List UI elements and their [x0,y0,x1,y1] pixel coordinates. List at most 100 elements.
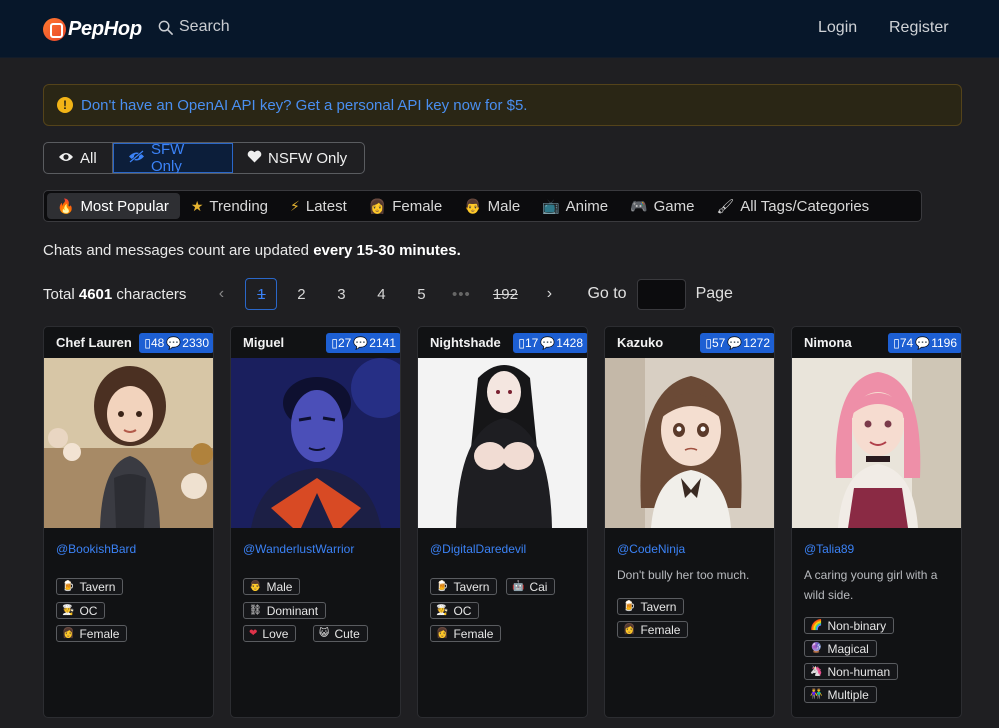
api-key-alert[interactable]: ! Don't have an OpenAI API key? Get a pe… [43,84,962,126]
messages-icon: 💬 [915,335,931,350]
character-avatar[interactable] [231,358,400,528]
goto-label: Go to [587,285,627,302]
tag-label: Tavern [79,579,116,594]
tag-chip[interactable]: 👩 Female [617,621,689,638]
rainbow-icon: 🌈 [810,620,823,631]
goto-page-input[interactable] [636,278,686,310]
tab-anime[interactable]: 📺 Anime [532,193,619,219]
man-icon: 👨 [249,581,262,592]
tag-chip[interactable]: 🧑‍🍳 OC [56,602,106,619]
message-count: 1196 [931,335,957,350]
nav-search[interactable]: Search [158,18,230,36]
bookmark-icon: ▯ [144,335,151,350]
tag-label: OC [453,603,472,618]
tag-chip[interactable]: 👫 Multiple [804,686,877,703]
tab-game[interactable]: 🎮 Game [620,193,705,219]
tab-all-tags[interactable]: 🖌 All Tags/Categories [706,193,880,219]
tab-male[interactable]: 👨 Male [454,193,531,219]
character-card[interactable]: Kazuko ▯ 57 💬 1272 @CodeNinja Don't bully … [604,326,775,718]
filter-nsfw-button[interactable]: NSFW Only [233,143,364,173]
tag-chip[interactable]: ⛓ Dominant [243,602,327,619]
tag-chip[interactable]: 👩 Female [430,625,502,642]
prev-page-button[interactable]: ‹ [205,278,237,310]
card-header: Nimona ▯ 74 💬 1196 [792,327,961,358]
tag-chip[interactable]: ❤ Love [243,625,297,642]
page-192-button[interactable]: 192 [485,278,525,310]
page-1-button[interactable]: 1 [245,278,278,310]
tag-chip[interactable]: 👩 Female [56,625,128,642]
author-link[interactable]: @WanderlustWarrior [243,542,354,556]
character-avatar[interactable] [418,358,587,528]
tag-chip[interactable]: 🦄 Non-human [804,663,899,680]
character-avatar[interactable] [792,358,961,528]
page-5-button[interactable]: 5 [405,278,437,310]
brush-icon: 🖌 [716,197,735,214]
tag-chip[interactable]: 🍺 Tavern [430,578,498,595]
card-header: Chef Lauren ▯ 48 💬 2330 [44,327,213,358]
character-card[interactable]: Nightshade ▯ 17 💬 1428 @DigitalDaredevil 🍺… [417,326,588,718]
card-header: Miguel ▯ 27 💬 2141 [231,327,400,358]
next-page-button[interactable]: › [533,278,565,310]
tab-label: Trending [209,197,269,215]
tag-label: Tavern [453,579,490,594]
tab-latest[interactable]: ⚡ Latest [280,193,358,219]
unicorn-icon: 🦄 [810,666,823,677]
character-card[interactable]: Chef Lauren ▯ 48 💬 2330 @BookishBard 🍺 Tave… [43,326,214,718]
top-navbar: PepHop Search Login Register [0,0,999,58]
character-avatar[interactable] [44,358,213,528]
update-notice: Chats and messages count are updated eve… [43,242,461,259]
login-link[interactable]: Login [818,19,857,37]
character-card[interactable]: Miguel ▯ 27 💬 2141 @WanderlustWarrior 👨 Mal… [230,326,401,718]
character-name: Chef Lauren [56,335,132,350]
tag-label: Non-human [827,664,891,679]
message-count: 2330 [182,335,209,350]
character-avatar[interactable] [605,358,774,528]
more-pages-ellipsis[interactable]: ••• [445,278,477,310]
chat-count: 57 [711,335,726,350]
chat-count: 48 [150,335,165,350]
author-link[interactable]: @Talia89 [804,542,854,556]
gamepad-icon: 🎮 [630,197,648,214]
page-2-button[interactable]: 2 [285,278,317,310]
tag-chip[interactable]: 🧑‍🍳 OC [430,602,480,619]
eye-icon [58,150,74,166]
author-link[interactable]: @BookishBard [56,542,136,556]
author-link[interactable]: @DigitalDaredevil [430,542,526,556]
page-3-button[interactable]: 3 [325,278,357,310]
tag-chip[interactable]: 😺 Cute [313,625,368,642]
character-card[interactable]: Nimona ▯ 74 💬 1196 @Talia89 A caring young… [791,326,962,718]
tag-chip[interactable]: 🍺 Tavern [617,598,685,615]
page-label: Page [695,285,733,302]
filter-sfw-button[interactable]: SFW Only [113,143,233,173]
man-icon: 👨 [464,197,482,214]
brand-logo[interactable]: PepHop [43,16,142,42]
category-tabs: 🔥 Most Popular ★ Trending ⚡ Latest 👩 Female … [43,190,922,222]
tab-trending[interactable]: ★ Trending [181,193,279,219]
eye-slash-icon [128,150,145,166]
tag-chip[interactable]: 🔮 Magical [804,640,877,657]
tag-chip[interactable]: 🤖 Cai [506,578,556,595]
character-description: A caring young girl with a wild side. [804,568,938,602]
star-icon: ★ [190,197,204,214]
tag-chip[interactable]: 👨 Male [243,578,301,595]
pagination-row: Total 4601 characters ‹ 1 2 3 4 5 ••• 19… [43,278,733,310]
page-4-button[interactable]: 4 [365,278,397,310]
character-name: Nimona [804,335,852,350]
messages-icon: 💬 [727,335,743,350]
tag-label: Female [640,622,681,637]
tab-label: Anime [565,197,609,215]
chat-count: 17 [524,335,539,350]
author-link[interactable]: @CodeNinja [617,542,685,556]
message-count: 1428 [556,335,583,350]
filter-all-button[interactable]: All [44,143,113,173]
card-stats-badge: ▯ 48 💬 2330 [139,332,213,353]
register-link[interactable]: Register [889,19,949,37]
messages-icon: 💬 [540,335,556,350]
beer-icon: 🍺 [623,601,636,612]
tab-most-popular[interactable]: 🔥 Most Popular [47,193,180,219]
tag-label: Female [79,626,120,641]
tab-female[interactable]: 👩 Female [359,193,453,219]
tag-chip[interactable]: 🌈 Non-binary [804,617,895,634]
notice-prefix: Chats and messages count are updated [43,242,314,259]
tag-chip[interactable]: 🍺 Tavern [56,578,124,595]
